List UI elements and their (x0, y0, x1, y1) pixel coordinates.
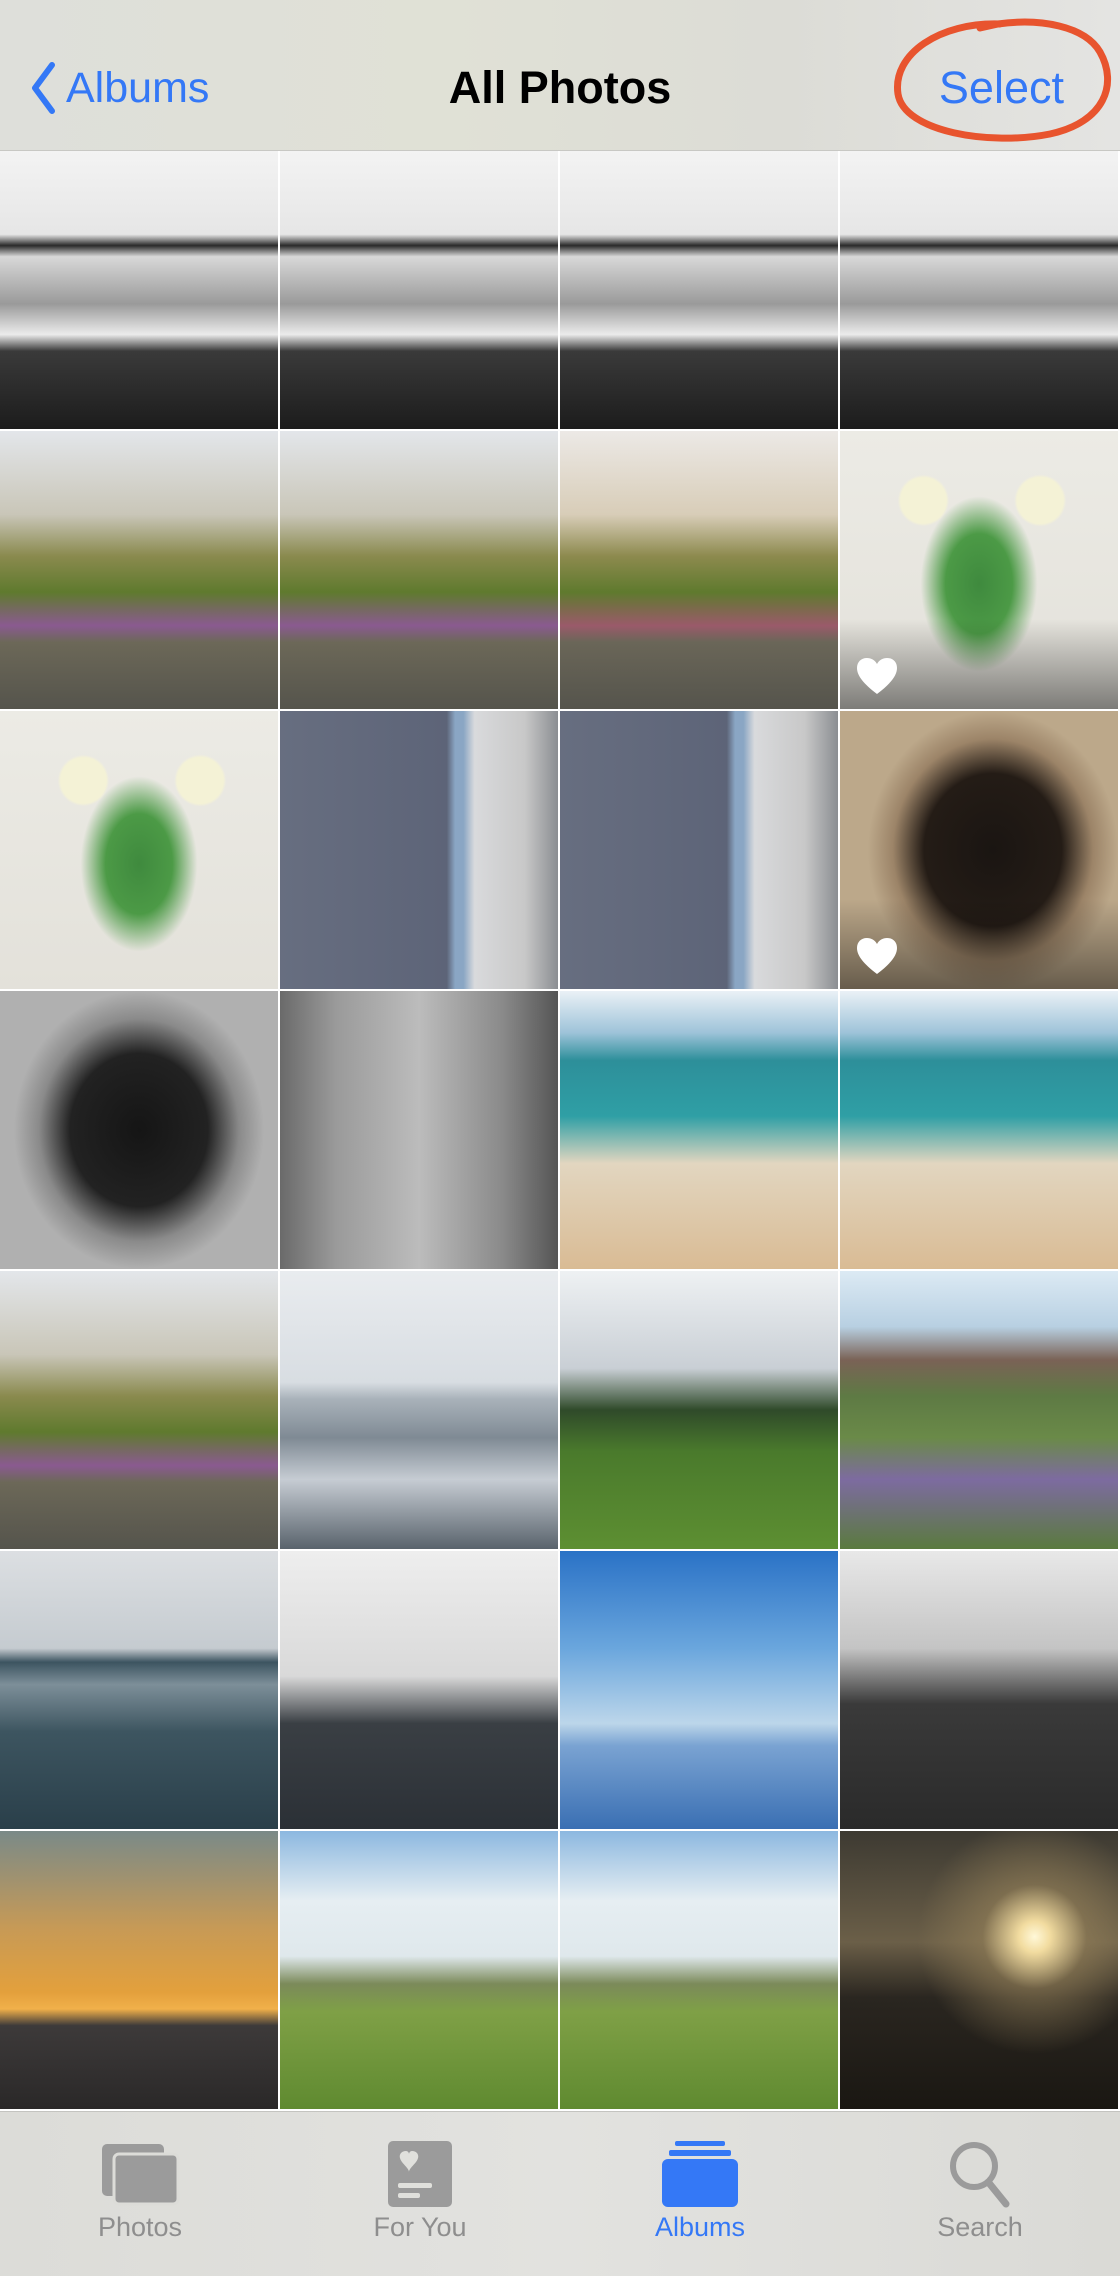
tab-search-label: Search (937, 2212, 1023, 2242)
tab-albums[interactable]: Albums (560, 2112, 840, 2276)
photo-thumbnail[interactable] (280, 991, 558, 1269)
photo-thumbnail[interactable] (840, 991, 1118, 1269)
photo-thumbnail[interactable] (840, 431, 1118, 709)
photo-thumbnail[interactable] (0, 991, 278, 1269)
photo-thumbnail[interactable] (0, 1271, 278, 1549)
photo-thumbnail[interactable] (0, 1551, 278, 1829)
photo-thumbnail[interactable] (840, 151, 1118, 429)
tab-bar: Photos For You Albums Search (0, 2111, 1120, 2276)
photo-thumbnail[interactable] (0, 151, 278, 429)
photo-thumbnail[interactable] (280, 431, 558, 709)
photo-thumbnail[interactable] (280, 711, 558, 989)
favorite-heart-icon (857, 938, 897, 974)
photo-thumbnail[interactable] (0, 1831, 278, 2109)
photo-thumbnail[interactable] (560, 711, 838, 989)
navigation-bar: Albums All Photos Select (0, 0, 1120, 151)
photo-thumbnail[interactable] (840, 1551, 1118, 1829)
select-button[interactable]: Select (939, 58, 1064, 118)
photo-grid (0, 151, 1120, 2109)
albums-icon (662, 2141, 738, 2207)
tab-for-you-label: For You (373, 2212, 467, 2242)
photos-icon (102, 2144, 180, 2206)
photo-thumbnail[interactable] (560, 431, 838, 709)
photo-thumbnail[interactable] (560, 151, 838, 429)
photo-thumbnail[interactable] (280, 151, 558, 429)
favorite-heart-icon (857, 658, 897, 694)
photo-thumbnail[interactable] (840, 711, 1118, 989)
photo-thumbnail[interactable] (0, 431, 278, 709)
photo-thumbnail[interactable] (280, 1551, 558, 1829)
tab-for-you[interactable]: For You (280, 2112, 560, 2276)
tab-albums-label: Albums (654, 2212, 746, 2242)
photo-thumbnail[interactable] (280, 1831, 558, 2109)
photo-thumbnail[interactable] (560, 1831, 838, 2109)
photo-thumbnail[interactable] (840, 1271, 1118, 1549)
search-icon (950, 2142, 1010, 2208)
photo-thumbnail[interactable] (560, 1271, 838, 1549)
tab-photos[interactable]: Photos (0, 2112, 280, 2276)
photo-thumbnail[interactable] (560, 1551, 838, 1829)
photo-thumbnail[interactable] (840, 1831, 1118, 2109)
tab-search[interactable]: Search (840, 2112, 1120, 2276)
photo-thumbnail[interactable] (0, 711, 278, 989)
tab-photos-label: Photos (97, 2212, 183, 2242)
for-you-icon (388, 2141, 452, 2207)
photo-thumbnail[interactable] (280, 1271, 558, 1549)
photo-thumbnail[interactable] (560, 991, 838, 1269)
